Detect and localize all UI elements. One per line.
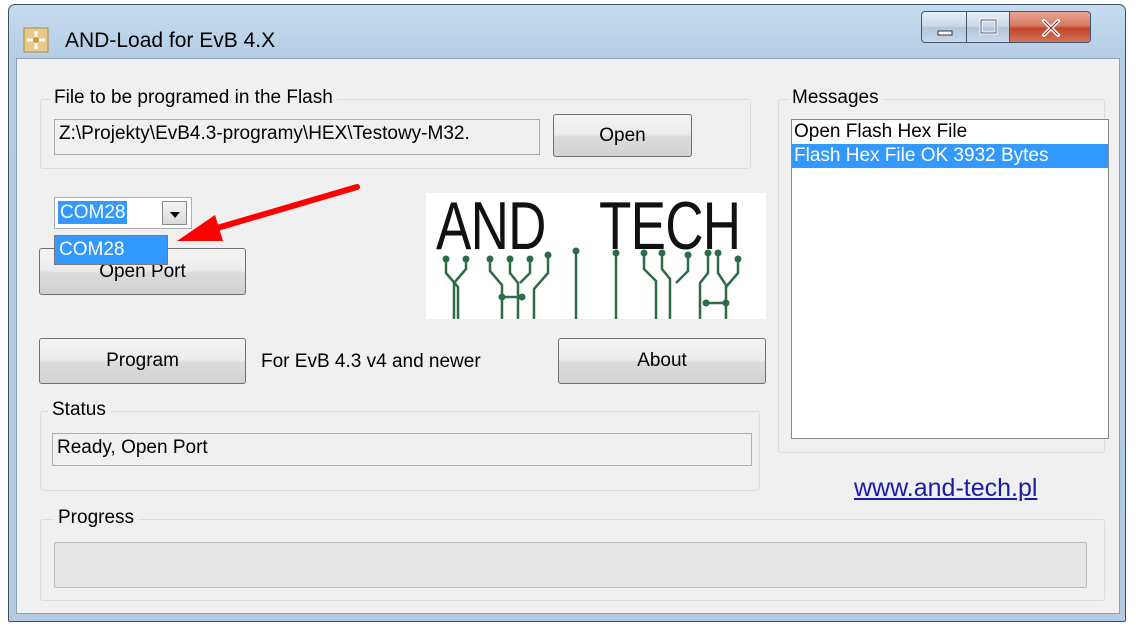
messages-group-label: Messages [788,87,883,109]
open-file-button[interactable]: Open [553,114,692,157]
progress-bar [54,542,1087,588]
close-icon [1042,19,1060,37]
maximize-icon [979,18,998,35]
maximize-button[interactable] [966,11,1010,43]
close-button[interactable] [1009,11,1091,43]
messages-list[interactable]: Open Flash Hex File Flash Hex File OK 39… [791,119,1109,439]
app-icon [23,27,49,53]
annotation-arrow [177,184,360,241]
window-title: AND-Load for EvB 4.X [65,29,276,52]
website-link[interactable]: www.and-tech.pl [854,474,1037,503]
file-path-field[interactable]: Z:\Projekty\EvB4.3-programy\HEX\Testowy-… [54,119,540,155]
com-port-selected-value: COM28 [58,201,128,224]
and-tech-logo: AND TECH [426,188,766,319]
messages-list-item[interactable]: Open Flash Hex File [792,120,1108,144]
progress-group-label: Progress [54,507,139,529]
com-port-option[interactable]: COM28 [54,235,168,265]
version-note: For EvB 4.3 v4 and newer [261,351,481,372]
minimize-button[interactable] [921,11,967,43]
circuit-traces-icon [442,247,742,319]
status-field: Ready, Open Port [52,433,752,466]
title-bar[interactable]: AND-Load for EvB 4.X [9,5,1125,65]
program-button[interactable]: Program [39,338,246,384]
file-group-label: File to be programed in the Flash [50,87,337,109]
about-button[interactable]: About [558,338,766,384]
client-area: File to be programed in the Flash Z:\Pro… [16,58,1120,614]
messages-list-item-selected[interactable]: Flash Hex File OK 3932 Bytes [792,144,1108,168]
status-group-label: Status [48,399,110,421]
minimize-icon [937,30,953,36]
